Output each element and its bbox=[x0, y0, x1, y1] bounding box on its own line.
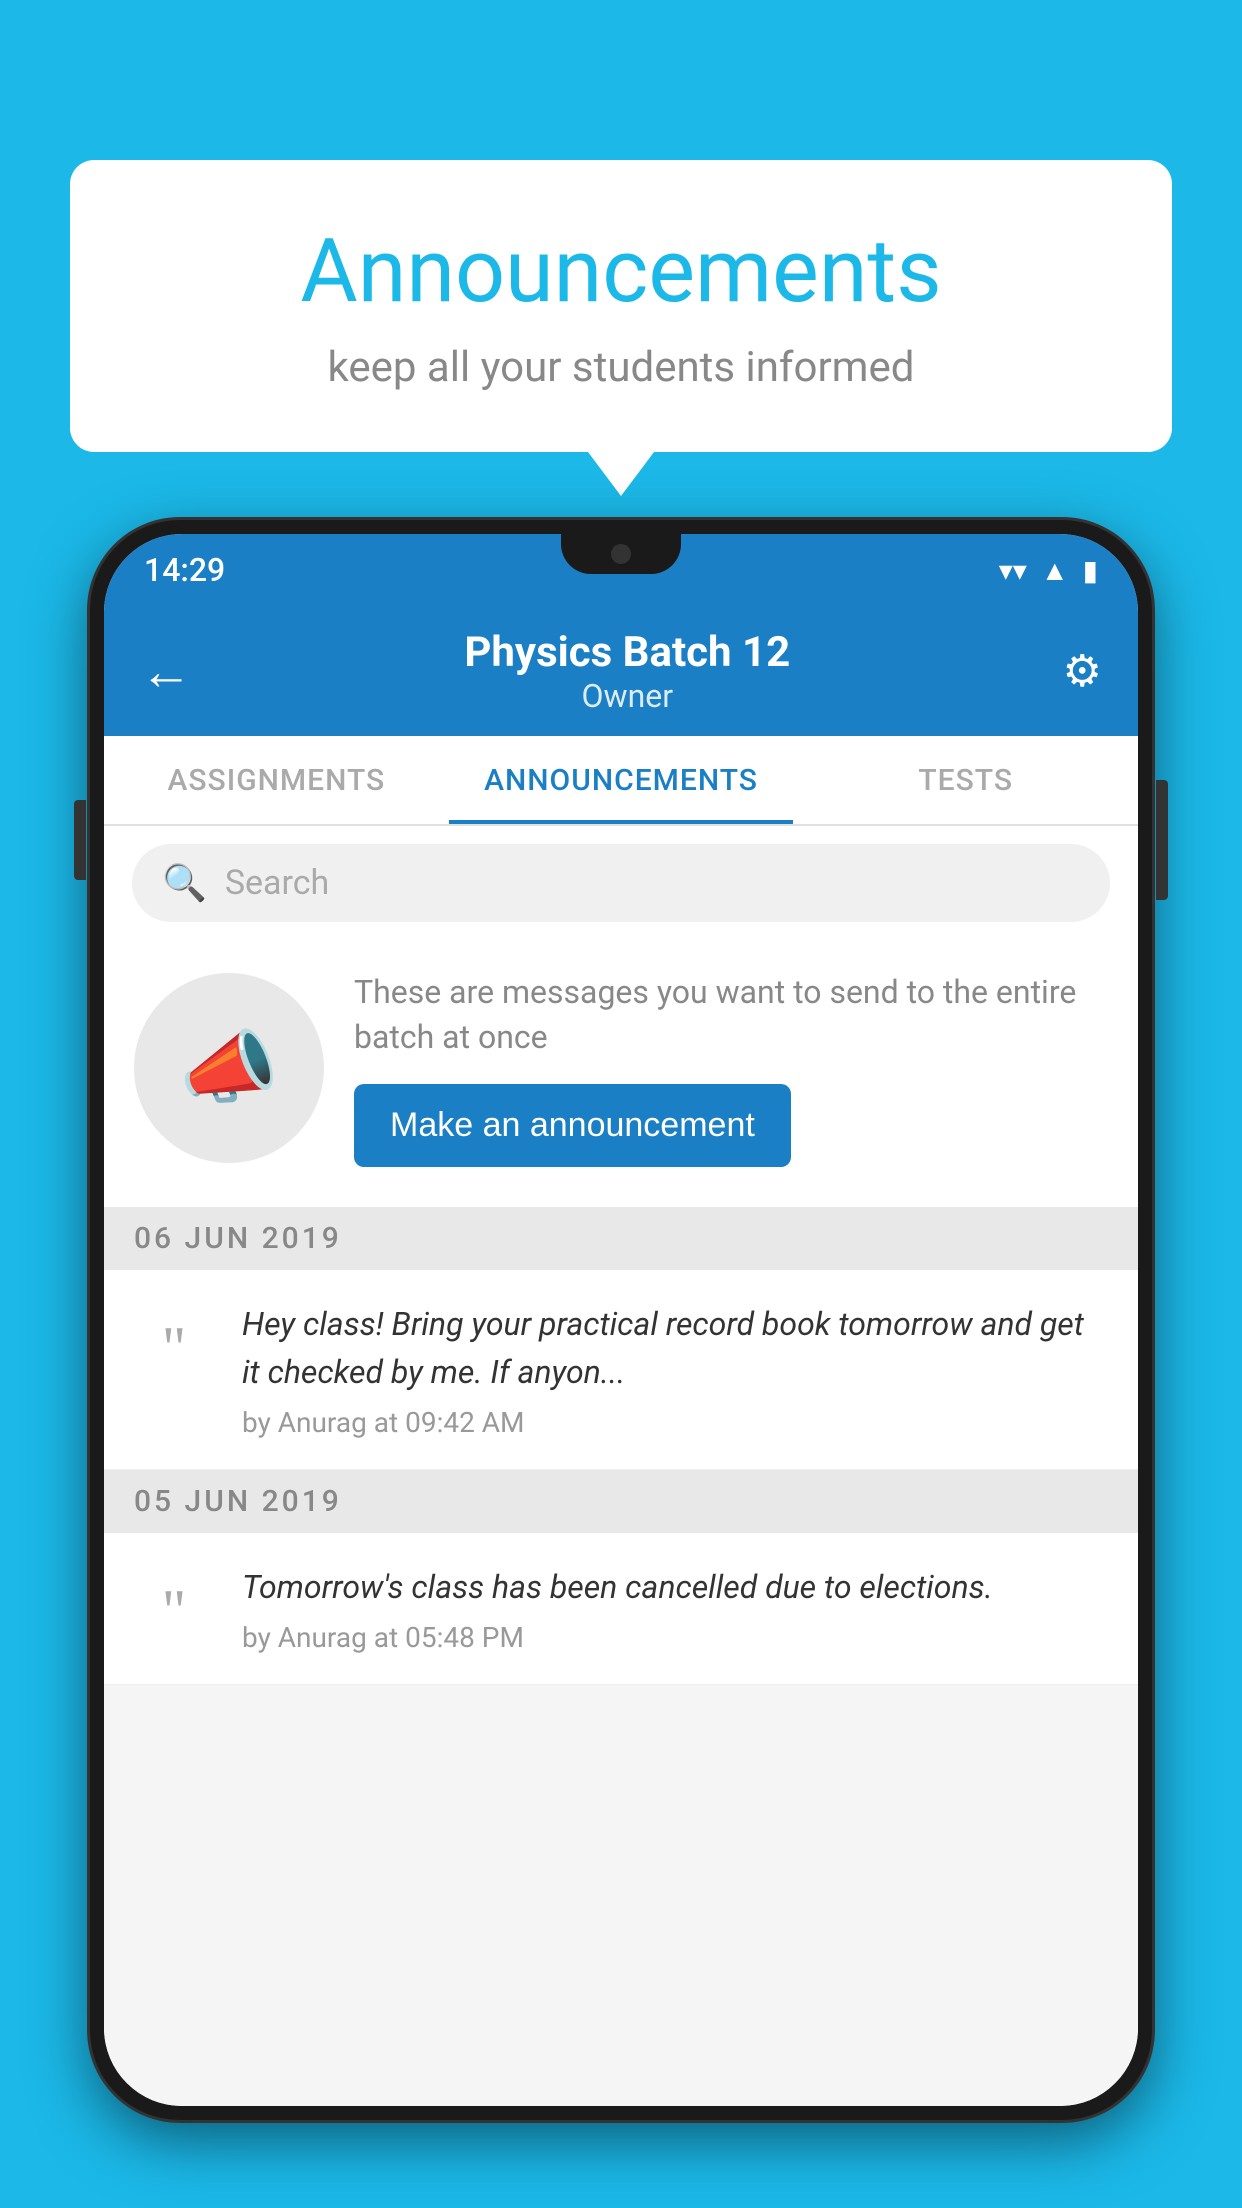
speech-bubble-title: Announcements bbox=[150, 220, 1092, 323]
promo-section: 📣 These are messages you want to send to… bbox=[104, 940, 1138, 1207]
search-bar-container: 🔍 Search bbox=[104, 826, 1138, 940]
phone-outer: 14:29 ▾▾ ▲ ▮ ← Physics Batch 12 Owner ⚙ bbox=[90, 520, 1152, 2120]
status-time: 14:29 bbox=[144, 551, 225, 589]
speech-bubble: Announcements keep all your students inf… bbox=[70, 160, 1172, 452]
settings-icon[interactable]: ⚙ bbox=[1063, 645, 1102, 697]
megaphone-icon: 📣 bbox=[179, 1021, 279, 1115]
promo-right: These are messages you want to send to t… bbox=[354, 970, 1108, 1167]
announcement-message-1: Hey class! Bring your practical record b… bbox=[242, 1300, 1108, 1396]
phone-container: 14:29 ▾▾ ▲ ▮ ← Physics Batch 12 Owner ⚙ bbox=[90, 520, 1152, 2208]
app-bar-title-area: Physics Batch 12 Owner bbox=[192, 628, 1063, 715]
search-bar[interactable]: 🔍 Search bbox=[132, 844, 1110, 922]
tab-assignments[interactable]: ASSIGNMENTS bbox=[104, 736, 449, 824]
tab-announcements[interactable]: ANNOUNCEMENTS bbox=[449, 736, 794, 824]
announcement-body-1: Hey class! Bring your practical record b… bbox=[242, 1300, 1108, 1439]
search-icon: 🔍 bbox=[162, 862, 207, 904]
tabs-bar: ASSIGNMENTS ANNOUNCEMENTS TESTS bbox=[104, 736, 1138, 826]
status-icons: ▾▾ ▲ ▮ bbox=[999, 554, 1098, 587]
status-bar: 14:29 ▾▾ ▲ ▮ bbox=[104, 534, 1138, 606]
quote-icon-circle-2: " bbox=[134, 1571, 214, 1651]
tab-tests[interactable]: TESTS bbox=[793, 736, 1138, 824]
phone-content: 🔍 Search 📣 These are messages you want t… bbox=[104, 826, 1138, 2106]
date-separator-1: 06 JUN 2019 bbox=[104, 1207, 1138, 1270]
quote-icon-circle-1: " bbox=[134, 1308, 214, 1388]
app-bar-title: Physics Batch 12 bbox=[192, 628, 1063, 677]
notch bbox=[561, 534, 681, 574]
announcement-message-2: Tomorrow's class has been cancelled due … bbox=[242, 1563, 1108, 1611]
app-bar-subtitle: Owner bbox=[192, 677, 1063, 715]
app-bar: ← Physics Batch 12 Owner ⚙ bbox=[104, 606, 1138, 736]
speech-bubble-subtitle: keep all your students informed bbox=[150, 343, 1092, 392]
back-button[interactable]: ← bbox=[140, 641, 192, 702]
search-input[interactable]: Search bbox=[225, 863, 329, 903]
promo-text: These are messages you want to send to t… bbox=[354, 970, 1108, 1060]
make-announcement-button[interactable]: Make an announcement bbox=[354, 1084, 791, 1167]
announcement-item-2: " Tomorrow's class has been cancelled du… bbox=[104, 1533, 1138, 1685]
announcement-meta-2: by Anurag at 05:48 PM bbox=[242, 1621, 1108, 1654]
notch-camera bbox=[611, 544, 631, 564]
announcement-meta-1: by Anurag at 09:42 AM bbox=[242, 1406, 1108, 1439]
announcement-item-1: " Hey class! Bring your practical record… bbox=[104, 1270, 1138, 1470]
quote-icon-2: " bbox=[162, 1581, 187, 1641]
speech-bubble-container: Announcements keep all your students inf… bbox=[70, 160, 1172, 452]
quote-icon-1: " bbox=[162, 1318, 187, 1378]
phone-screen: 14:29 ▾▾ ▲ ▮ ← Physics Batch 12 Owner ⚙ bbox=[104, 534, 1138, 2106]
announcement-body-2: Tomorrow's class has been cancelled due … bbox=[242, 1563, 1108, 1654]
signal-icon: ▲ bbox=[1041, 554, 1069, 587]
wifi-icon: ▾▾ bbox=[999, 554, 1027, 587]
battery-icon: ▮ bbox=[1083, 554, 1098, 587]
date-separator-2: 05 JUN 2019 bbox=[104, 1470, 1138, 1533]
promo-icon-circle: 📣 bbox=[134, 973, 324, 1163]
